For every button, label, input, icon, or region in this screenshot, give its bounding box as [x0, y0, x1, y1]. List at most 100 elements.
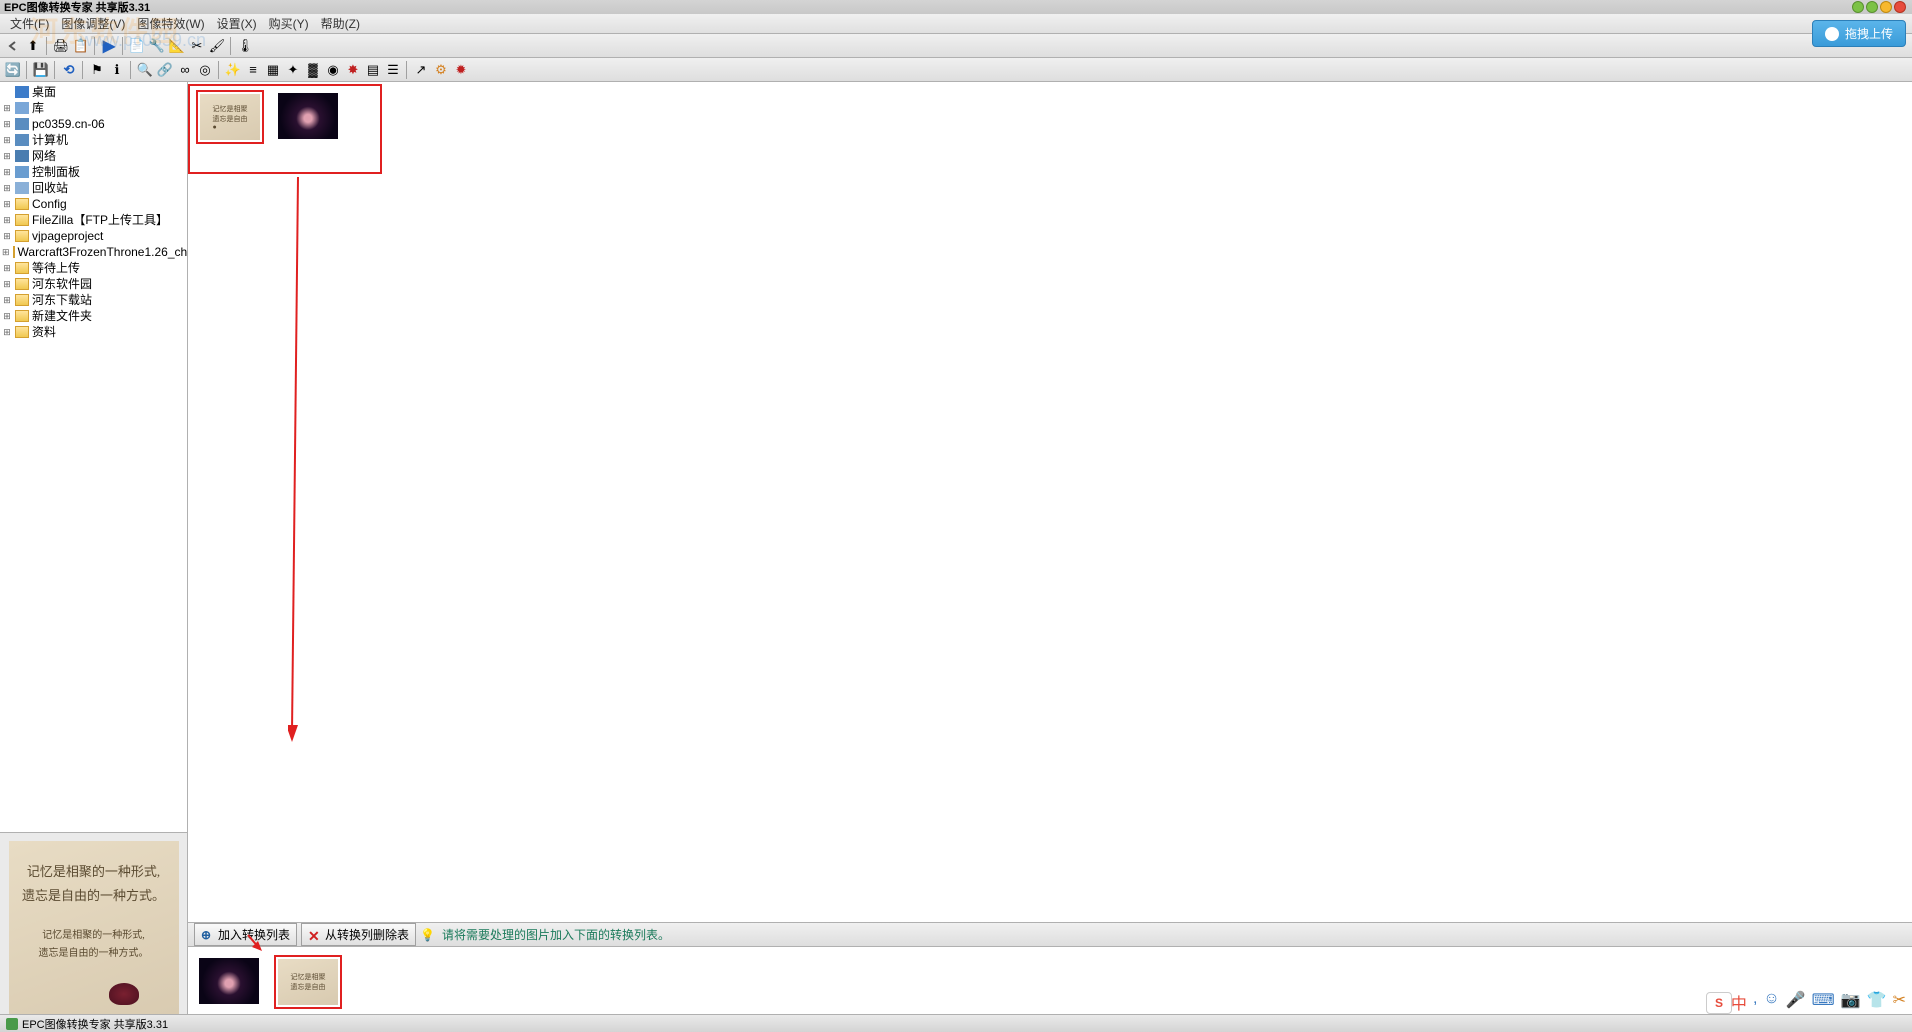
zoom-button[interactable]: 🔍	[136, 61, 154, 79]
view-button[interactable]: 📋	[72, 37, 90, 55]
crop-button[interactable]: ✂	[188, 37, 206, 55]
expander-icon[interactable]: ⊞	[2, 133, 12, 147]
expander-icon[interactable]: ⊞	[2, 245, 10, 259]
tool-button-1[interactable]: 🔧	[148, 37, 166, 55]
effect-button-1[interactable]: ✦	[284, 61, 302, 79]
adjust-button-2[interactable]: ▦	[264, 61, 282, 79]
chain-button[interactable]: ∞	[176, 61, 194, 79]
queue-thumb-2[interactable]: 记忆是相聚遗忘是自由	[274, 955, 342, 1009]
tree-item[interactable]: ⊞pc0359.cn-06	[0, 116, 187, 132]
gear-icon[interactable]: ⚙	[432, 61, 450, 79]
target-button[interactable]: ◎	[196, 61, 214, 79]
tree-item[interactable]: ⊞Warcraft3FrozenThrone1.26_chs	[0, 244, 187, 260]
tree-item[interactable]: ⊞新建文件夹	[0, 308, 187, 324]
tray-mic[interactable]: 🎤	[1786, 990, 1806, 1014]
tray-screenshot[interactable]: 📷	[1841, 990, 1861, 1014]
folder-icon	[15, 214, 29, 226]
tree-item[interactable]: ⊞控制面板	[0, 164, 187, 180]
tree-item[interactable]: ⊞网络	[0, 148, 187, 164]
tree-item[interactable]: ⊞库	[0, 100, 187, 116]
close-button[interactable]	[1894, 1, 1906, 13]
expander-icon[interactable]: ⊞	[2, 149, 12, 163]
grid-button[interactable]: ▤	[364, 61, 382, 79]
queue-hint-text: 请将需要处理的图片加入下面的转换列表。	[442, 926, 670, 943]
tool-button-2[interactable]: 📐	[168, 37, 186, 55]
print-button[interactable]: 🖨	[52, 37, 70, 55]
info-button[interactable]: ℹ	[108, 61, 126, 79]
expander-icon[interactable]: ⊞	[2, 181, 12, 195]
sogou-ime-icon[interactable]: S	[1706, 992, 1732, 1014]
expander-icon[interactable]: ⊞	[2, 165, 12, 179]
tree-item[interactable]: ⊞河东下载站	[0, 292, 187, 308]
refresh-button[interactable]: 🔄	[4, 61, 22, 79]
tray-tool[interactable]: ✂	[1893, 990, 1906, 1014]
tree-item[interactable]: ⊞FileZilla【FTP上传工具】	[0, 212, 187, 228]
tree-item[interactable]: ⊞等待上传	[0, 260, 187, 276]
back-button[interactable]	[4, 37, 22, 55]
list-button[interactable]: ☰	[384, 61, 402, 79]
expander-icon[interactable]: ⊞	[2, 293, 12, 307]
burst-icon[interactable]: ✸	[344, 61, 362, 79]
menu-help[interactable]: 帮助(Z)	[315, 13, 366, 34]
tree-item[interactable]: ⊞Config	[0, 196, 187, 212]
save-button[interactable]: 💾	[32, 61, 50, 79]
play-button[interactable]: ▶	[100, 37, 118, 55]
tree-label: 桌面	[32, 85, 56, 99]
tree-label: 计算机	[32, 133, 68, 147]
tree-root-desktop[interactable]: 桌面	[0, 84, 187, 100]
minimize-button[interactable]	[1852, 1, 1864, 13]
flower-decoration	[109, 983, 139, 1005]
separator	[130, 61, 132, 79]
arrow-button[interactable]: ↗	[412, 61, 430, 79]
menu-effect[interactable]: 图像特效(W)	[131, 13, 210, 34]
tray-emoji[interactable]: ☺	[1763, 990, 1779, 1014]
rotate-button[interactable]: ⟲	[60, 61, 78, 79]
folder-icon	[15, 230, 29, 242]
wand-button[interactable]: ✨	[224, 61, 242, 79]
remove-from-queue-button[interactable]: ✕ 从转换列删除表	[301, 923, 416, 946]
up-button[interactable]: ⬆	[24, 37, 42, 55]
expander-icon[interactable]: ⊞	[2, 325, 12, 339]
tree-item[interactable]: ⊞vjpageproject	[0, 228, 187, 244]
effect-button-2[interactable]: ▓	[304, 61, 322, 79]
tree-item[interactable]: ⊞河东软件园	[0, 276, 187, 292]
thumbnail-2[interactable]	[275, 90, 341, 142]
add-to-queue-button[interactable]: ⊕ 加入转换列表	[194, 923, 297, 946]
tray-skin[interactable]: 👕	[1867, 990, 1887, 1014]
menu-buy[interactable]: 购买(Y)	[263, 13, 315, 34]
menu-settings[interactable]: 设置(X)	[211, 13, 263, 34]
expander-icon[interactable]: ⊞	[2, 197, 12, 211]
expander-icon[interactable]: ⊞	[2, 117, 12, 131]
drag-upload-button[interactable]: 拖拽上传	[1812, 20, 1906, 47]
tray-keyboard[interactable]: ⌨	[1812, 990, 1835, 1014]
link-button[interactable]: 🔗	[156, 61, 174, 79]
expander-icon[interactable]: ⊞	[2, 309, 12, 323]
expander-icon[interactable]: ⊞	[2, 261, 12, 275]
tray-ime[interactable]: 中	[1731, 990, 1747, 1014]
tree-item[interactable]: ⊞回收站	[0, 180, 187, 196]
copy-button[interactable]: 📄	[128, 37, 146, 55]
adjust-button-1[interactable]: ≡	[244, 61, 262, 79]
menu-adjust[interactable]: 图像调整(V)	[55, 13, 131, 34]
expander-icon[interactable]: ⊞	[2, 101, 12, 115]
flag-button[interactable]: ⚑	[88, 61, 106, 79]
titlebar: EPC图像转换专家 共享版3.31	[0, 0, 1912, 14]
thumb-image	[199, 958, 259, 1004]
tree-item[interactable]: ⊞ 计算机	[0, 132, 187, 148]
thermometer-icon[interactable]: 🌡	[236, 37, 254, 55]
thumbnail-area[interactable]: 记忆是相聚遗忘是自由●	[188, 82, 1912, 922]
folder-icon	[13, 246, 15, 258]
expander-icon[interactable]: ⊞	[2, 229, 12, 243]
maximize-button[interactable]	[1880, 1, 1892, 13]
paint-button[interactable]: 🖌	[208, 37, 226, 55]
expander-icon[interactable]: ⊞	[2, 277, 12, 291]
expander-icon[interactable]: ⊞	[2, 213, 12, 227]
tree-item[interactable]: ⊞资料	[0, 324, 187, 340]
effect-button-3[interactable]: ◉	[324, 61, 342, 79]
menu-file[interactable]: 文件(F)	[4, 13, 55, 34]
bug-icon[interactable]: ✹	[452, 61, 470, 79]
thumbnail-1[interactable]: 记忆是相聚遗忘是自由●	[196, 90, 264, 144]
tray-punct[interactable]: ,	[1753, 990, 1757, 1014]
queue-thumb-1[interactable]	[196, 955, 262, 1009]
restore-button[interactable]	[1866, 1, 1878, 13]
